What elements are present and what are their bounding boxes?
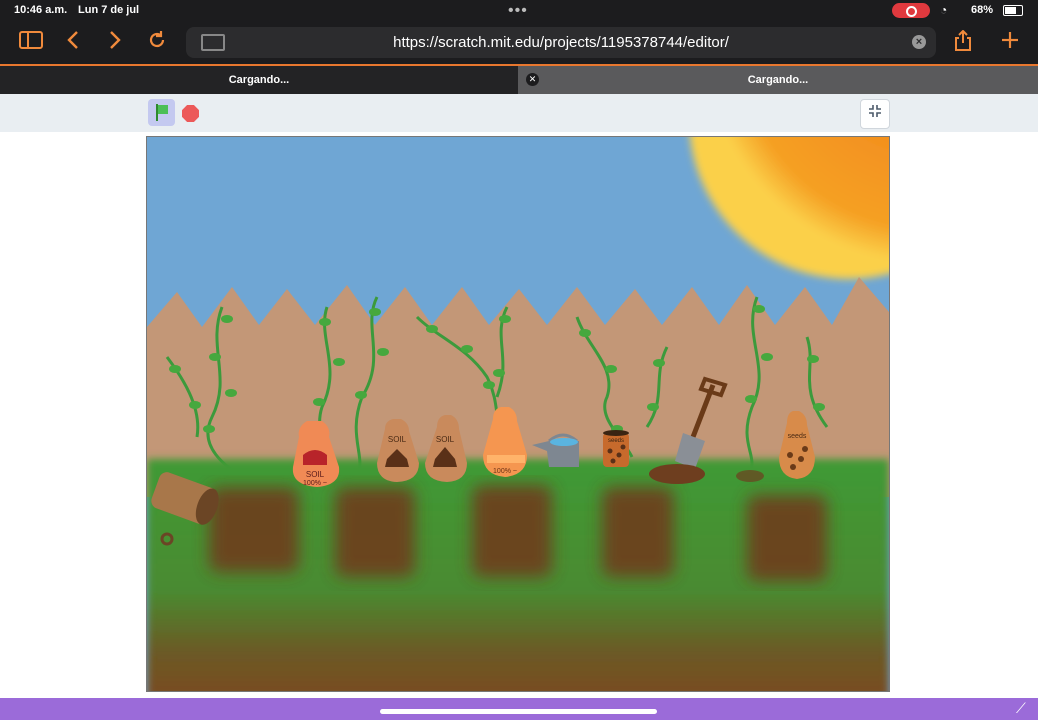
battery-icon bbox=[1003, 5, 1023, 16]
address-bar[interactable]: https://scratch.mit.edu/projects/1195378… bbox=[186, 27, 936, 58]
close-tab-icon[interactable]: ✕ bbox=[526, 73, 539, 86]
tab-1[interactable]: Cargando... bbox=[0, 66, 518, 94]
forward-icon[interactable] bbox=[102, 30, 128, 56]
scratch-stage[interactable]: SOIL 100% ~ SOIL SOIL 100% ~ seeds seeds bbox=[146, 136, 890, 692]
screen-recording-icon[interactable] bbox=[892, 3, 930, 18]
home-indicator[interactable] bbox=[380, 709, 657, 714]
seed-can-label: seeds bbox=[608, 438, 624, 444]
reload-icon[interactable] bbox=[144, 30, 170, 56]
dirt-mound bbox=[649, 464, 705, 484]
new-tab-icon[interactable] bbox=[997, 30, 1023, 56]
clear-url-icon[interactable]: × bbox=[912, 35, 926, 49]
status-bar: 10:46 a.m. Lun 7 de jul ••• ◔ 68% bbox=[0, 0, 1038, 22]
bag-3-label: SOIL bbox=[436, 435, 455, 444]
pencil-corner-icon[interactable]: ⟋ bbox=[1016, 700, 1026, 717]
wifi-icon: ◔ bbox=[940, 3, 948, 17]
multitasking-dots-icon[interactable]: ••• bbox=[508, 2, 528, 20]
bag-4-label: 100% ~ bbox=[493, 468, 517, 475]
tab-2[interactable]: Cargando... bbox=[518, 66, 1038, 94]
dirt-mound-2 bbox=[736, 470, 764, 482]
url-text: https://scratch.mit.edu/projects/1195378… bbox=[393, 34, 729, 51]
stop-button[interactable] bbox=[182, 105, 199, 122]
tab-bar: Cargando... Cargando... bbox=[0, 66, 1038, 94]
bag-2-label: SOIL bbox=[388, 435, 407, 444]
browser-toolbar: https://scratch.mit.edu/projects/1195378… bbox=[0, 22, 1038, 66]
exit-fullscreen-button[interactable] bbox=[860, 99, 890, 129]
collapse-icon bbox=[869, 105, 881, 117]
sidebar-icon[interactable] bbox=[18, 30, 44, 56]
battery-percentage: 68% bbox=[971, 4, 994, 16]
back-icon[interactable] bbox=[60, 30, 86, 56]
status-date: Lun 7 de jul bbox=[78, 4, 140, 16]
seed-bag-label: seeds bbox=[788, 433, 807, 440]
seed-can: seeds bbox=[603, 430, 629, 467]
bag-1-sublabel: 100% ~ bbox=[303, 480, 327, 487]
bag-1-label: SOIL bbox=[306, 470, 325, 479]
status-time: 10:46 a.m. bbox=[14, 4, 68, 16]
green-flag-button[interactable] bbox=[148, 99, 175, 126]
share-icon[interactable] bbox=[950, 29, 976, 56]
